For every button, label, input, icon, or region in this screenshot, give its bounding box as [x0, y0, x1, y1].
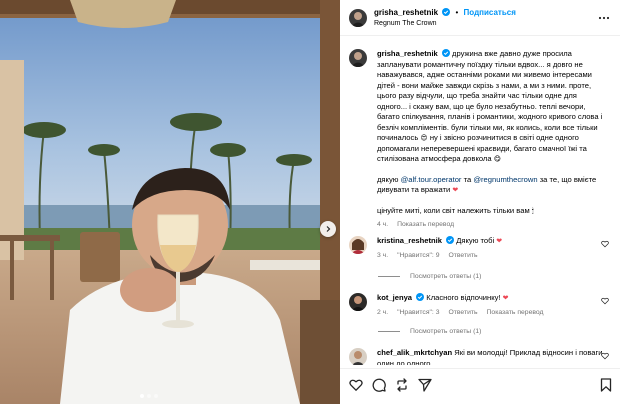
header-separator: • [455, 7, 459, 17]
smiling-face-emoji: 😍 [420, 134, 428, 142]
replies-divider [378, 276, 400, 277]
red-heart-emoji: ❤ [496, 237, 503, 245]
heart-icon [349, 379, 363, 392]
follow-button[interactable]: Подписаться [464, 8, 516, 17]
view-replies-label[interactable]: Посмотреть ответы (1) [410, 328, 481, 335]
red-heart-emoji: ❤ [452, 186, 459, 194]
caption-thanks: дякую @alf.tour.operator та @regnumthecr… [377, 175, 609, 196]
caption-avatar[interactable] [349, 49, 367, 67]
comment-item: kot_jenya Класного відпочинку! ❤ 2 ч. "Нр… [349, 293, 611, 318]
closing-text: цінуйте миті, коли світ належить тільки … [377, 205, 530, 215]
comment-username[interactable]: kristina_reshetnik [377, 236, 442, 245]
commenter-avatar[interactable] [349, 293, 367, 311]
like-comment-heart-icon[interactable] [601, 240, 609, 248]
comment-time[interactable]: 3 ч. [377, 252, 388, 259]
post-photo[interactable] [0, 0, 340, 404]
repost-button[interactable] [395, 378, 409, 392]
comment-text: Класного відпочинку! [426, 293, 503, 302]
caption-closing: цінуйте миті, коли світ належить тільки … [377, 206, 609, 217]
yum-face-emoji: 😋 [493, 155, 501, 163]
candle-emoji: 🕯 [531, 206, 534, 215]
post-header: grisha_reshetnik • Подписаться Regnum Th… [340, 0, 620, 36]
comment-translate-link[interactable]: Показать перевод [487, 309, 544, 316]
comment-username[interactable]: kot_jenya [377, 293, 412, 302]
verified-badge-icon [446, 236, 455, 244]
comment-likes[interactable]: "Нравится": 3 [397, 309, 439, 316]
view-replies-button[interactable]: Посмотреть ответы (1) [378, 273, 481, 280]
thanks-prefix: дякую [377, 174, 401, 184]
caption-username[interactable]: grisha_reshetnik [377, 49, 438, 58]
post-action-bar [340, 368, 620, 404]
red-heart-emoji: ❤ [502, 294, 509, 302]
carousel-dot-active [140, 394, 144, 398]
carousel-dot [147, 394, 151, 398]
mention-alf-tour-operator[interactable]: @alf.tour.operator [401, 175, 462, 184]
post-location[interactable]: Regnum The Crown [374, 18, 516, 29]
caption-body: grisha_reshetnik дружина вже давно дуже … [377, 49, 609, 231]
chevron-right-icon [326, 226, 331, 232]
comment-meta: 3 ч. "Нравится": 9 Ответить [377, 251, 609, 262]
bookmark-icon [600, 378, 612, 392]
caption-time[interactable]: 4 ч. [377, 221, 388, 228]
header-names: grisha_reshetnik • Подписаться Regnum Th… [374, 7, 516, 29]
comment-likes[interactable]: "Нравится": 9 [397, 252, 439, 259]
comment-time[interactable]: 2 ч. [377, 309, 388, 316]
comment-item: chef_alik_mkrtchyan Які ви молодці! Прик… [349, 348, 611, 365]
instagram-post-view: grisha_reshetnik • Подписаться Regnum Th… [0, 0, 620, 404]
thanks-and: та [461, 174, 474, 184]
comment-body: kot_jenya Класного відпочинку! ❤ 2 ч. "Нр… [377, 293, 609, 318]
mention-regnumthecrown[interactable]: @regnumthecrown [473, 175, 537, 184]
carousel-dot [154, 394, 158, 398]
caption-meta: 4 ч. Показать перевод [377, 220, 609, 231]
caption-text: дружина вже давно дуже просила запланува… [377, 49, 603, 142]
like-button[interactable] [349, 378, 363, 392]
comment-body: chef_alik_mkrtchyan Які ви молодці! Прик… [377, 348, 609, 365]
verified-badge-icon [442, 7, 451, 16]
post-side-panel: grisha_reshetnik • Подписаться Regnum Th… [340, 0, 620, 404]
view-replies-label[interactable]: Посмотреть ответы (1) [410, 273, 481, 280]
comments-section[interactable]: grisha_reshetnik дружина вже давно дуже … [340, 37, 620, 365]
send-icon [418, 378, 432, 392]
send-button[interactable] [418, 378, 432, 392]
verified-badge-icon [416, 293, 425, 301]
comment-text: Дякую тобі [456, 236, 497, 245]
replies-divider [378, 331, 400, 332]
photo-scene [0, 0, 340, 404]
more-options-icon[interactable] [598, 13, 610, 23]
next-photo-button[interactable] [320, 221, 336, 237]
author-username[interactable]: grisha_reshetnik [374, 8, 438, 17]
like-comment-heart-icon[interactable] [601, 297, 609, 305]
comment-button[interactable] [372, 378, 386, 392]
reply-button[interactable]: Ответить [448, 252, 477, 259]
reply-button[interactable]: Ответить [448, 309, 477, 316]
comment-item: kristina_reshetnik Дякую тобі ❤ 3 ч. "Нра… [349, 236, 611, 261]
comment-icon [372, 378, 386, 392]
caption: grisha_reshetnik дружина вже давно дуже … [349, 49, 611, 231]
author-avatar[interactable] [349, 8, 367, 27]
carousel-dots [140, 394, 158, 398]
caption-translate-link[interactable]: Показать перевод [397, 221, 454, 228]
comment-body: kristina_reshetnik Дякую тобі ❤ 3 ч. "Нра… [377, 236, 609, 261]
commenter-avatar[interactable] [349, 348, 367, 365]
comment-username[interactable]: chef_alik_mkrtchyan [377, 348, 452, 357]
view-replies-button[interactable]: Посмотреть ответы (1) [378, 328, 481, 335]
save-button[interactable] [599, 378, 613, 392]
comment-meta: 2 ч. "Нравится": 3 Ответить Показать перево… [377, 308, 609, 319]
verified-badge-icon [441, 49, 450, 57]
like-comment-heart-icon[interactable] [601, 352, 609, 360]
share-icon [397, 378, 407, 392]
commenter-avatar[interactable] [349, 236, 367, 254]
